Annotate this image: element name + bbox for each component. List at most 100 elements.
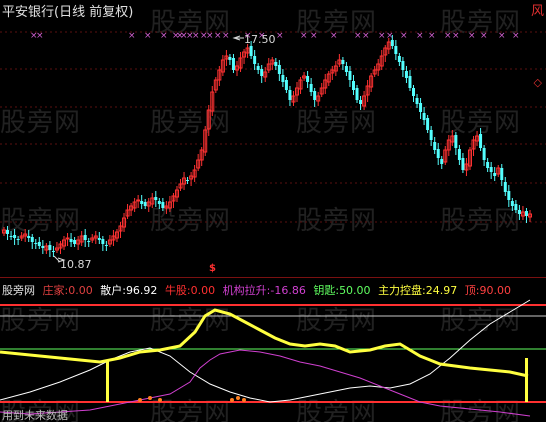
- legend-label: 机构拉升:: [222, 284, 271, 297]
- legend-item-1: 散户:96.92: [100, 284, 157, 297]
- candle-body: [313, 91, 317, 100]
- candle-body: [6, 230, 10, 234]
- legend-label: 主力控盘:: [378, 284, 426, 297]
- signal-marker: ×: [160, 31, 168, 41]
- signal-label: $: [209, 263, 216, 274]
- candle-body: [277, 65, 281, 74]
- signal-marker: ×: [452, 31, 460, 41]
- indicator-legend: 股旁网 庄家:0.00 散户:96.92 牛股:0.00 机构拉升:-16.86…: [2, 282, 515, 298]
- candle-body: [51, 251, 55, 252]
- candle-body: [493, 173, 497, 176]
- bottom-signal-mark: [138, 398, 142, 402]
- signal-marker: ×: [330, 31, 338, 41]
- legend-value: 0.00: [190, 284, 216, 297]
- candle-body: [16, 239, 20, 240]
- legend-item-3: 机构拉升:-16.86: [223, 284, 306, 297]
- legend-item-6: 顶:90.00: [465, 284, 511, 297]
- candle-body: [440, 159, 444, 164]
- candle-body: [87, 241, 91, 242]
- signal-marker: ×: [214, 31, 222, 41]
- diamond-icon[interactable]: ◇: [534, 76, 542, 89]
- bottom-signal-mark: [148, 396, 152, 400]
- candle-body: [281, 75, 285, 82]
- legend-label: 钥匙:: [313, 284, 340, 297]
- candle-body: [284, 80, 288, 90]
- candle-body: [69, 239, 73, 242]
- signal-marker: ×: [400, 31, 408, 41]
- legend-value: -16.86: [270, 284, 306, 297]
- candle-body: [517, 210, 521, 214]
- signal-marker: ×: [444, 31, 452, 41]
- control-bar-left: [106, 360, 109, 402]
- candle-body: [97, 238, 101, 240]
- candle-body: [231, 58, 235, 70]
- legend-value: 90.00: [479, 284, 512, 297]
- candle-body: [140, 201, 144, 204]
- candle-body: [503, 182, 507, 192]
- chart-canvas[interactable]: ×× × × × ××××× ×× × × × × × × × × × × × × × × × × × × × × ×: [0, 0, 546, 422]
- legend-label: 散户:: [100, 284, 126, 297]
- candle-body: [482, 148, 486, 160]
- legend-label: 庄家:: [42, 284, 69, 297]
- candle-body: [65, 237, 70, 240]
- candle-body: [73, 240, 77, 244]
- candle-body: [37, 242, 41, 246]
- candle-body: [27, 236, 31, 238]
- legend-label: 顶:: [464, 284, 480, 297]
- signal-marker: ×: [144, 31, 152, 41]
- candle-body: [274, 62, 278, 66]
- signal-marker: ×: [128, 31, 136, 41]
- candle-body: [351, 81, 355, 90]
- candle-body: [260, 69, 264, 76]
- candle-body: [436, 149, 440, 158]
- candle-body: [309, 84, 313, 92]
- candle-body: [341, 60, 345, 64]
- candle-body: [461, 158, 465, 170]
- legend-value: 24.97: [425, 284, 458, 297]
- candle-body: [256, 66, 260, 70]
- candle-body: [104, 245, 108, 246]
- high-price-label: 17.50: [244, 33, 276, 46]
- candle-body: [408, 76, 412, 88]
- footer-note: 用到未来数据: [2, 409, 68, 422]
- signal-marker: ×: [428, 31, 436, 41]
- candle-body: [249, 46, 253, 56]
- signal-marker: ×: [378, 31, 386, 41]
- candle-body: [348, 71, 352, 80]
- legend-item-5: 主力控盘:24.97: [378, 284, 457, 297]
- signal-marker: ×: [354, 31, 362, 41]
- candle-body: [13, 235, 17, 238]
- retail-line: [0, 299, 531, 403]
- signal-marker: ×: [498, 31, 506, 41]
- candle-body: [401, 61, 405, 70]
- candle-body: [524, 211, 528, 216]
- legend-item-2: 牛股:0.00: [165, 284, 215, 297]
- signal-marker: ×: [512, 31, 520, 41]
- legend-value: 0.00: [68, 284, 93, 297]
- candle-body: [143, 202, 147, 206]
- signal-marker: ×: [36, 31, 44, 41]
- corner-label: 风: [530, 4, 544, 19]
- candle-body: [344, 66, 348, 72]
- candle-body: [48, 245, 52, 250]
- candle-body: [154, 197, 158, 200]
- signal-marker: ×: [222, 31, 230, 41]
- legend-item-4: 钥匙:50.00: [313, 284, 370, 297]
- candlestick-series: [2, 35, 532, 257]
- candle-body: [390, 40, 394, 46]
- bottom-signal-mark: [242, 398, 246, 402]
- candle-body: [101, 239, 105, 244]
- indicator-name[interactable]: 股旁网: [2, 284, 35, 297]
- candle-body: [507, 191, 511, 200]
- candle-body: [186, 180, 190, 181]
- signal-marker: ×: [192, 31, 200, 41]
- candle-body: [419, 103, 423, 112]
- candle-body: [30, 237, 34, 242]
- bottom-signal-mark: [158, 398, 162, 402]
- candle-body: [397, 56, 401, 62]
- candle-body: [433, 142, 437, 150]
- candle-body: [404, 71, 408, 78]
- legend-value: 96.92: [125, 284, 158, 297]
- candle-body: [429, 130, 433, 140]
- control-bar-right: [525, 358, 528, 402]
